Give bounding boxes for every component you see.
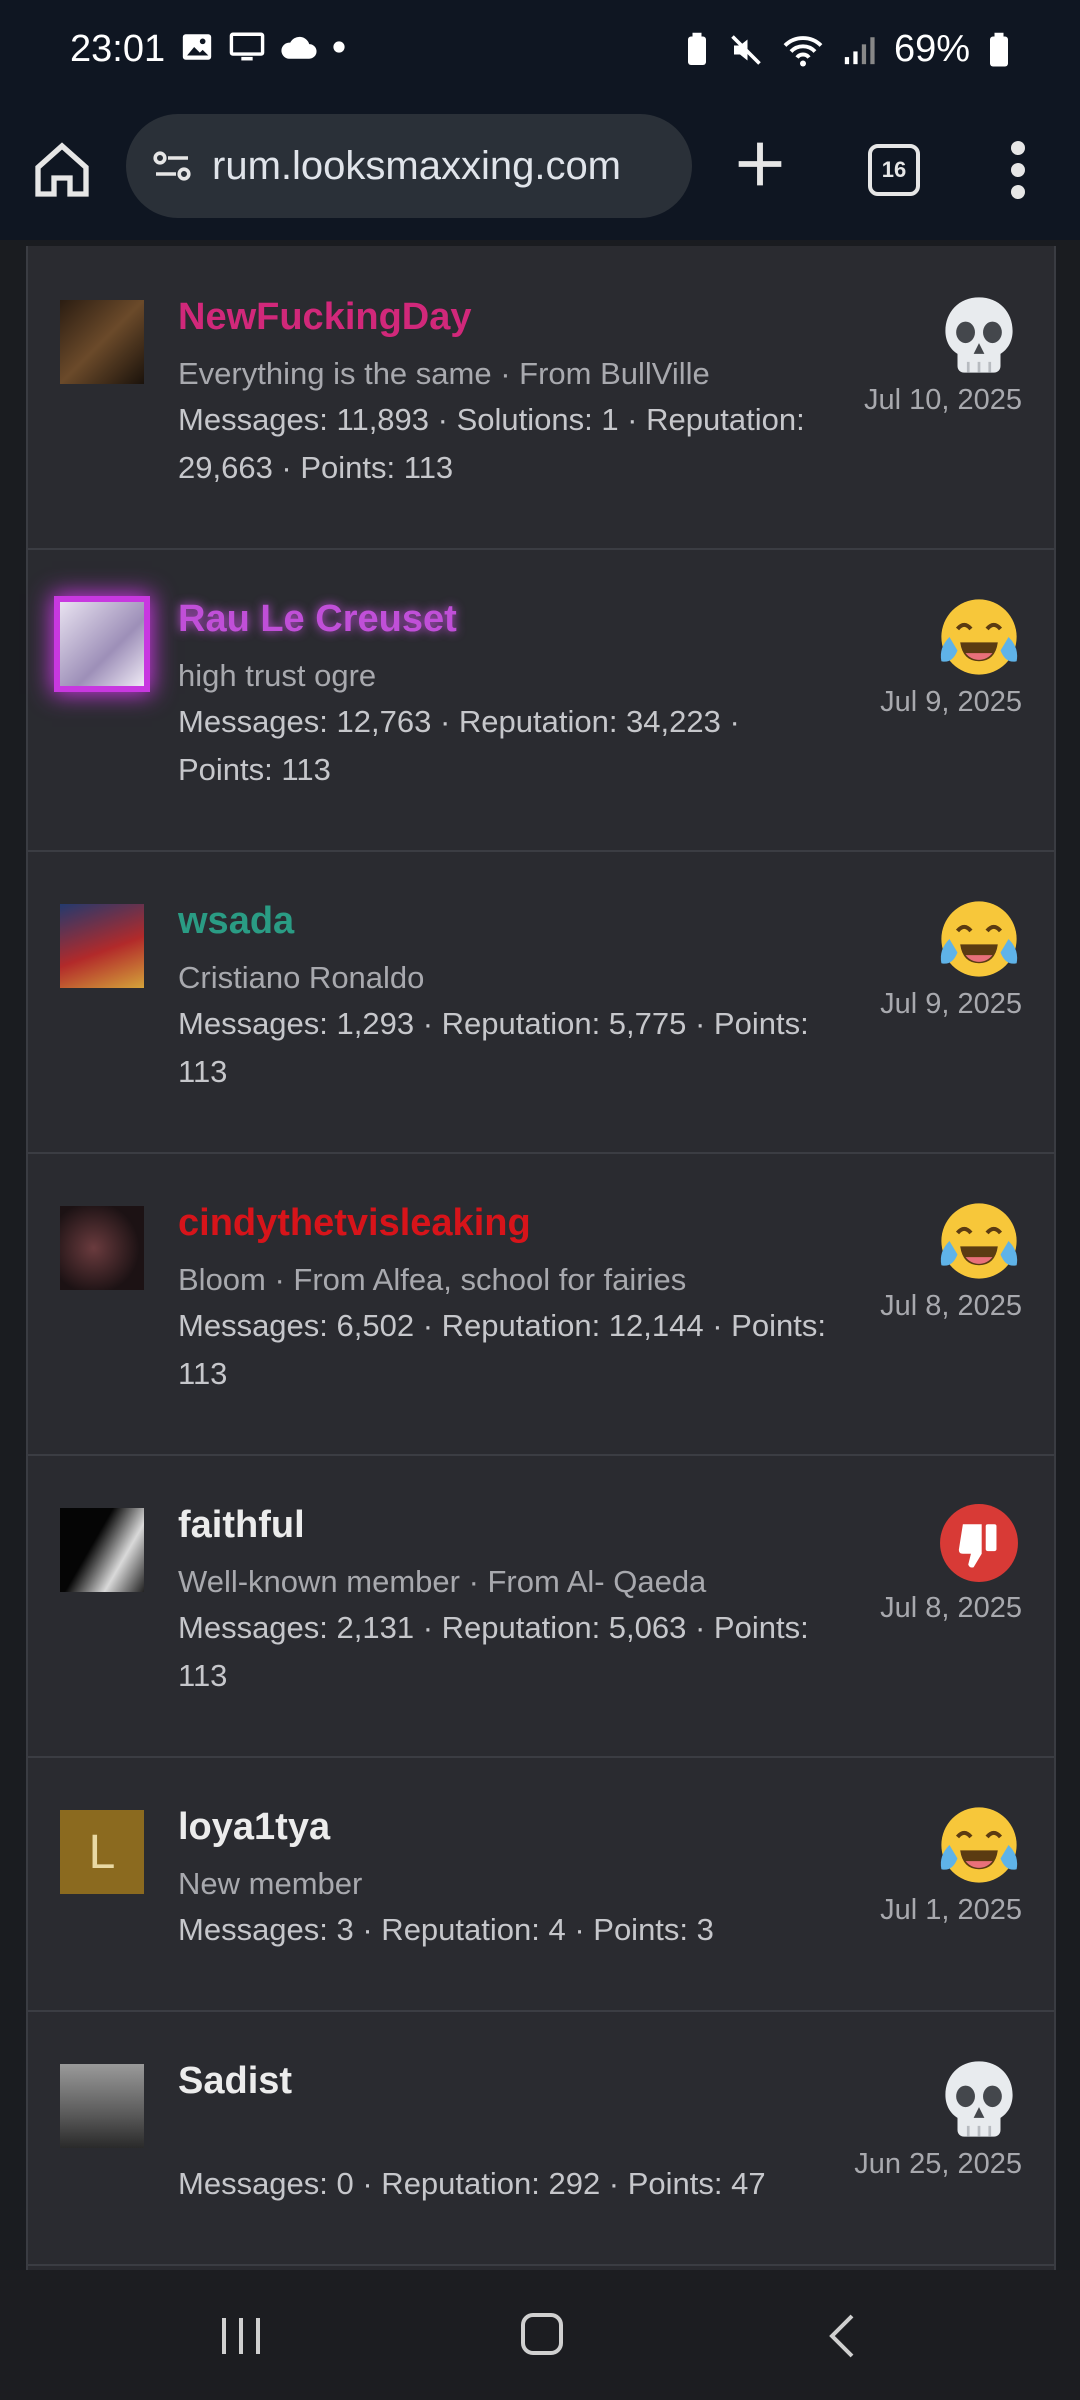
reaction-date: Jul 9, 2025: [880, 686, 1022, 718]
avatar[interactable]: [60, 1206, 144, 1290]
skull-icon: [945, 2061, 1013, 2137]
avatar[interactable]: L: [60, 1810, 144, 1894]
avatar[interactable]: [60, 904, 144, 988]
reaction-date: Jul 10, 2025: [863, 384, 1022, 416]
list-item[interactable]: NewFuckingDay Everything is the same · F…: [28, 246, 1054, 550]
recents-icon[interactable]: [218, 2316, 264, 2356]
screen-cast-icon: [229, 32, 265, 61]
laughing-crying-icon: [940, 599, 1018, 675]
username[interactable]: Rau Le Creuset: [178, 598, 457, 641]
username[interactable]: faithful: [178, 1504, 305, 1547]
signal-icon: [844, 36, 875, 64]
status-bar: 23:01 69%: [0, 0, 1080, 104]
avatar[interactable]: [60, 2064, 144, 2148]
user-stats: Messages: 11,893 · Solutions: 1 · Reputa…: [178, 402, 805, 485]
username[interactable]: NewFuckingDay: [178, 296, 472, 339]
user-stats: Messages: 1,293 · Reputation: 5,775 · Po…: [178, 1006, 809, 1089]
laughing-crying-icon: [940, 1203, 1018, 1279]
thumbs-down-icon: [940, 1504, 1018, 1582]
tab-count: 16: [881, 157, 907, 182]
user-title: Cristiano Ronaldo: [178, 960, 425, 995]
list-item[interactable]: wsada Cristiano Ronaldo Messages: 1,293 …: [28, 850, 1054, 1154]
new-tab-icon[interactable]: [728, 132, 792, 196]
skull-icon: [945, 297, 1013, 373]
system-status: 69%: [684, 28, 1010, 71]
browser-toolbar: rum.looksmaxxing.com 16: [0, 104, 1080, 242]
url-text[interactable]: rum.looksmaxxing.com: [212, 144, 682, 189]
more-menu-icon[interactable]: [998, 138, 1038, 202]
back-icon[interactable]: [824, 2312, 860, 2360]
user-title: Bloom · From Alfea, school for fairies: [178, 1262, 687, 1297]
cloud-icon: [281, 36, 317, 59]
reaction-date: Jul 1, 2025: [880, 1894, 1022, 1926]
user-title: Well-known member · From Al- Qaeda: [178, 1564, 707, 1599]
battery-percent: 69%: [893, 28, 970, 70]
home-nav-icon[interactable]: [520, 2312, 564, 2356]
mute-icon: [731, 34, 761, 65]
site-settings-icon[interactable]: [148, 142, 196, 190]
avatar[interactable]: [60, 602, 144, 686]
wifi-icon: [783, 35, 823, 66]
username[interactable]: loya1tya: [178, 1806, 330, 1849]
list-item[interactable]: cindythetvisleaking Bloom · From Alfea, …: [28, 1152, 1054, 1456]
reaction-date: Jul 8, 2025: [880, 1592, 1022, 1624]
username[interactable]: Sadist: [178, 2060, 292, 2103]
list-item[interactable]: Rau Le Creuset high trust ogre Messages:…: [28, 548, 1054, 852]
user-title: New member: [178, 1866, 363, 1901]
tab-switcher-button[interactable]: 16: [868, 144, 920, 196]
laughing-crying-icon: [940, 901, 1018, 977]
username[interactable]: cindythetvisleaking: [178, 1202, 531, 1245]
user-stats: Messages: 3 · Reputation: 4 · Points: 3: [178, 1912, 714, 1947]
user-title: high trust ogre: [178, 658, 377, 693]
address-bar[interactable]: rum.looksmaxxing.com: [126, 114, 692, 218]
avatar[interactable]: [60, 300, 144, 384]
avatar-letter: L: [88, 1825, 116, 1879]
username[interactable]: wsada: [178, 900, 294, 943]
notification-icons: [180, 30, 346, 64]
avatar[interactable]: [60, 1508, 144, 1592]
status-time: 23:01: [70, 28, 166, 70]
dot-icon: [333, 41, 345, 53]
reactions-member-list: NewFuckingDay Everything is the same · F…: [26, 246, 1056, 2270]
user-stats: Messages: 12,763 · Reputation: 34,223 · …: [178, 704, 740, 787]
battery-icon: [990, 32, 1008, 66]
user-stats: Messages: 6,502 · Reputation: 12,144 · P…: [178, 1308, 826, 1391]
gallery-icon: [182, 34, 212, 60]
user-stats: Messages: 2,131 · Reputation: 5,063 · Po…: [178, 1610, 809, 1693]
reaction-date: Jun 25, 2025: [854, 2148, 1022, 2180]
user-title: Everything is the same · From BullVille: [178, 356, 710, 391]
list-item[interactable]: L loya1tya New member Messages: 3 · Repu…: [28, 1756, 1054, 2012]
page-content: NewFuckingDay Everything is the same · F…: [0, 240, 1080, 2270]
reaction-date: Jul 9, 2025: [880, 988, 1022, 1020]
reaction-date: Jul 8, 2025: [880, 1290, 1022, 1322]
system-nav-bar: [0, 2270, 1080, 2400]
battery-saver-icon: [687, 32, 706, 65]
user-stats: Messages: 0 · Reputation: 292 · Points: …: [178, 2166, 766, 2201]
laughing-crying-icon: [940, 1807, 1018, 1883]
home-icon[interactable]: [30, 138, 94, 202]
list-item[interactable]: faithful Well-known member · From Al- Qa…: [28, 1454, 1054, 1758]
list-item[interactable]: Sadist Messages: 0 · Reputation: 292 · P…: [28, 2010, 1054, 2266]
